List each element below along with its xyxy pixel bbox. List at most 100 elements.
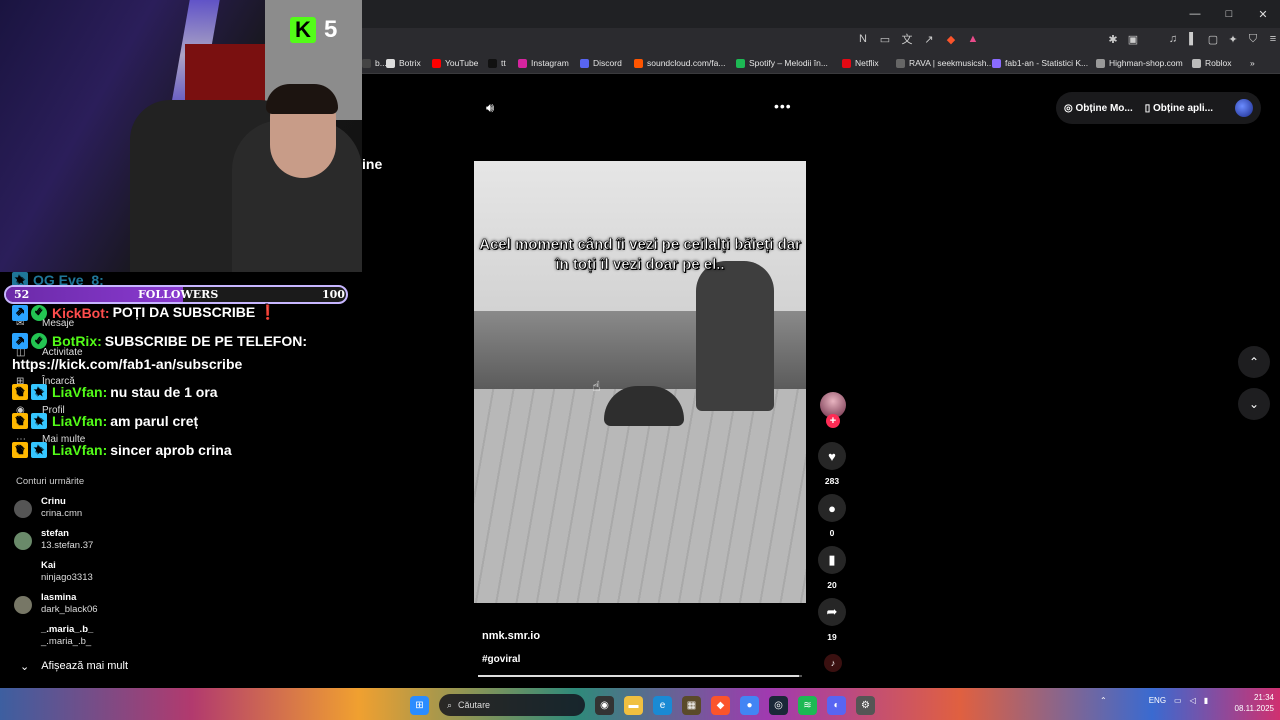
battery-icon[interactable]: ▮ xyxy=(1204,696,1208,705)
bookmark-item[interactable]: Instagram xyxy=(518,56,569,70)
bookmark-item[interactable]: fab1-an - Statistici K... xyxy=(992,56,1088,70)
language-indicator[interactable]: ENG xyxy=(1149,696,1166,705)
bookmark-favicon-icon xyxy=(488,58,497,68)
bookmark-item[interactable]: tt xyxy=(488,56,506,70)
brave-shield-icon[interactable]: ◆ xyxy=(944,32,958,46)
maximize-button[interactable]: □ xyxy=(1212,0,1246,28)
bookmark-item[interactable]: Spotify – Melodii în... xyxy=(736,56,828,70)
bookmark-icon: ▮ xyxy=(828,552,836,567)
chat-text: sincer aprob crina xyxy=(110,442,232,458)
windows-start-icon[interactable]: ⊞ xyxy=(410,695,429,715)
minimize-button[interactable]: — xyxy=(1178,0,1212,28)
chrome-icon[interactable]: ● xyxy=(740,695,759,715)
following-account[interactable]: stefan 13.stefan.37 xyxy=(14,528,214,554)
read-mode-icon[interactable]: N xyxy=(856,32,870,46)
following-handle: _.maria_.b_ xyxy=(41,636,92,647)
get-coins-button[interactable]: ◎ Obține Mo... xyxy=(1064,103,1133,114)
tray-expand-icon[interactable]: ⌃ xyxy=(1100,696,1107,705)
subscriber-badge-icon: ★ xyxy=(31,442,47,458)
bookmark-item[interactable]: soundcloud.com/fa... xyxy=(634,56,725,70)
close-window-button[interactable]: ✕ xyxy=(1246,0,1280,28)
network-icon[interactable]: ▭ xyxy=(1174,696,1182,705)
followers-goal: 100 xyxy=(322,288,345,301)
bookmark-favicon-icon xyxy=(736,58,745,68)
show-more-button[interactable]: ⌄ Afișează mai mult xyxy=(20,660,128,673)
bookmark-item[interactable]: b... xyxy=(362,56,387,70)
bot-badge-icon: ↗ xyxy=(12,304,28,321)
like-button[interactable]: ♥ xyxy=(818,442,846,470)
bookmark-item[interactable]: YouTube xyxy=(432,56,478,70)
share-button[interactable]: ➦ xyxy=(818,598,846,626)
like-count: 283 xyxy=(824,476,840,486)
bookmarks-overflow-icon[interactable]: » xyxy=(1250,56,1255,70)
bookmark-item[interactable]: RAVA | seekmusicsh... xyxy=(896,56,994,70)
video-hashtag[interactable]: #goviral xyxy=(482,654,520,665)
save-button[interactable]: ▮ xyxy=(818,546,846,574)
taskbar-clock[interactable]: 21:34 08.11.2025 xyxy=(1228,692,1274,714)
brave-icon[interactable]: ◆ xyxy=(711,695,730,715)
edge-icon[interactable]: e xyxy=(653,695,672,715)
more-options-icon[interactable]: ••• xyxy=(774,98,792,114)
bookmark-item[interactable]: Discord xyxy=(580,56,622,70)
media-icon[interactable]: ♫ xyxy=(1166,32,1180,46)
chat-link-text: https://kick.com/fab1-an/subscribe xyxy=(12,356,243,372)
steam-icon[interactable]: ◎ xyxy=(769,695,788,715)
follow-plus-icon[interactable]: + xyxy=(826,414,840,428)
following-account[interactable]: _.maria_.b_ _.maria_.b_ xyxy=(14,624,214,650)
bookmark-item[interactable]: Highman-shop.com xyxy=(1096,56,1183,70)
sound-icon[interactable]: 🔊︎ xyxy=(486,100,502,116)
bookmark-favicon-icon xyxy=(896,58,905,68)
bookmark-item[interactable]: Roblox xyxy=(1192,56,1231,70)
following-handle: crina.cmn xyxy=(41,508,83,519)
bookmark-label: Botrix xyxy=(399,58,421,68)
video-progress-fill xyxy=(478,675,799,677)
share-icon[interactable]: ↗ xyxy=(922,32,936,46)
extensions-icon[interactable]: ✱ xyxy=(1106,32,1120,46)
chevron-up-icon: ⌃ xyxy=(1248,355,1260,369)
chat-message: ♛ ★ LiaVfan: nu stau de 1 ora xyxy=(12,384,218,400)
following-account[interactable]: Crinu crina.cmn xyxy=(14,496,214,522)
bookmark-favicon-icon xyxy=(362,58,371,68)
verified-badge-icon: ✓ xyxy=(31,304,47,321)
spotify-icon[interactable]: ≋ xyxy=(798,695,817,715)
bookmark-item[interactable]: Botrix xyxy=(386,56,421,70)
comment-button[interactable]: ● xyxy=(818,494,846,522)
music-disc-icon[interactable]: ♪ xyxy=(824,654,842,672)
file-explorer-icon[interactable]: ▬ xyxy=(624,695,643,715)
following-handle: dark_black06 xyxy=(41,604,98,615)
get-app-button[interactable]: ▯ Obține apli... xyxy=(1145,103,1213,114)
bookmark-favicon-icon xyxy=(580,58,589,68)
settings-gear-icon[interactable]: ⚙ xyxy=(856,695,875,715)
crown-badge-icon: ♛ xyxy=(12,442,28,458)
discord-icon[interactable]: ◐ xyxy=(827,695,846,715)
viewer-count: 5 xyxy=(324,16,338,43)
leo-ai-icon[interactable]: ✦ xyxy=(1226,32,1240,46)
profile-avatar[interactable] xyxy=(1235,99,1253,117)
volume-icon[interactable]: ◁ xyxy=(1190,696,1196,705)
bookmark-label: Netflix xyxy=(855,58,879,68)
subscriber-badge-icon: ★ xyxy=(31,384,47,400)
obs-icon[interactable]: ◉ xyxy=(595,695,614,715)
following-name: Crinu xyxy=(41,496,66,507)
minecraft-icon[interactable]: ▦ xyxy=(682,695,701,715)
cast-icon[interactable]: ▭ xyxy=(878,32,892,46)
following-account[interactable]: Iasmina dark_black06 xyxy=(14,592,214,618)
avatar xyxy=(14,500,32,518)
video-author[interactable]: nmk.smr.io xyxy=(482,630,540,642)
next-video-button[interactable]: ⌄ xyxy=(1238,388,1270,420)
chat-text: am parul creț xyxy=(110,413,199,429)
video-player[interactable]: Acel moment când îi vezi pe ceilalți băi… xyxy=(474,161,806,603)
taskbar-search[interactable]: ⌕ Căutare xyxy=(439,694,585,716)
screenshot-icon[interactable]: ▣ xyxy=(1126,32,1140,46)
previous-video-button[interactable]: ⌃ xyxy=(1238,346,1270,378)
bookmark-favicon-icon xyxy=(432,58,441,68)
menu-icon[interactable]: ≡ xyxy=(1266,32,1280,46)
sidebar-icon[interactable]: ▌ xyxy=(1186,32,1200,46)
following-account[interactable]: Kai ninjago3313 xyxy=(14,560,214,586)
bookmark-item[interactable]: Netflix xyxy=(842,56,879,70)
vpn-icon[interactable]: ⛉ xyxy=(1246,32,1260,46)
wallet-icon[interactable]: ▢ xyxy=(1206,32,1220,46)
video-progress-bar[interactable] xyxy=(478,675,802,677)
brave-rewards-icon[interactable]: ▲ xyxy=(966,32,980,46)
translate-icon[interactable]: 文 xyxy=(900,32,914,46)
